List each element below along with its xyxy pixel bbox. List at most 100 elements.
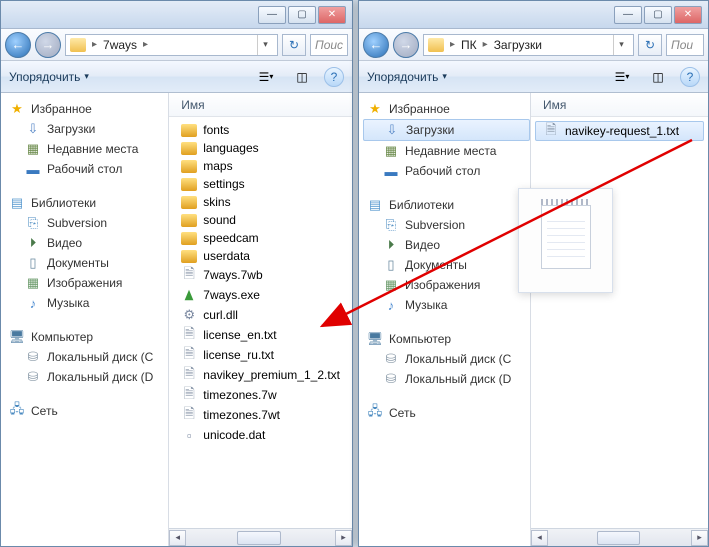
- forward-button[interactable]: →: [393, 32, 419, 58]
- maximize-button[interactable]: ▢: [644, 6, 672, 24]
- sidebar-favorites[interactable]: ★Избранное: [363, 99, 530, 119]
- breadcrumb-item[interactable]: ПК: [461, 38, 477, 52]
- sidebar-item-documents[interactable]: ▯Документы: [5, 253, 168, 273]
- breadcrumb-item[interactable]: Загрузки: [494, 38, 542, 52]
- sidebar-item-music[interactable]: ♪Музыка: [5, 293, 168, 313]
- column-header-name[interactable]: Имя: [531, 93, 708, 117]
- refresh-button[interactable]: ↻: [282, 34, 306, 56]
- sidebar-item-desktop[interactable]: ▬Рабочий стол: [5, 159, 168, 179]
- scroll-left-button[interactable]: ◂: [531, 530, 548, 546]
- file-row[interactable]: speedcam: [169, 229, 352, 247]
- back-button[interactable]: ←: [5, 32, 31, 58]
- file-row[interactable]: 🗎7ways.7wb: [169, 265, 352, 285]
- sidebar-item-drive-c[interactable]: ⛁Локальный диск (C: [5, 347, 168, 367]
- view-button[interactable]: ☰ ▾: [608, 66, 636, 88]
- file-row[interactable]: fonts: [169, 121, 352, 139]
- file-row[interactable]: maps: [169, 157, 352, 175]
- sidebar-item-images[interactable]: ▦Изображения: [5, 273, 168, 293]
- minimize-button[interactable]: —: [258, 6, 286, 24]
- sidebar-item-recent[interactable]: ▦Недавние места: [5, 139, 168, 159]
- file-row[interactable]: 🗎navikey_premium_1_2.txt: [169, 365, 352, 385]
- file-row[interactable]: 🗎navikey-request_1.txt: [535, 121, 704, 141]
- file-row[interactable]: ⚙curl.dll: [169, 305, 352, 325]
- file-row[interactable]: 🗎timezones.7wt: [169, 405, 352, 425]
- view-button[interactable]: ☰ ▾: [252, 66, 280, 88]
- sidebar-item-recent[interactable]: ▦Недавние места: [363, 141, 530, 161]
- recent-icon: ▦: [383, 143, 399, 159]
- sidebar: ★Избранное ⇩Загрузки ▦Недавние места ▬Ра…: [1, 93, 169, 546]
- search-input[interactable]: Поис: [310, 34, 348, 56]
- address-dropdown[interactable]: ▾: [613, 35, 629, 55]
- address-bar[interactable]: ▸ ПК ▸ Загрузки ▾: [423, 34, 634, 56]
- refresh-button[interactable]: ↻: [638, 34, 662, 56]
- sidebar-favorites[interactable]: ★Избранное: [5, 99, 168, 119]
- file-row[interactable]: 🗎license_en.txt: [169, 325, 352, 345]
- sidebar-item-drive-d[interactable]: ⛁Локальный диск (D: [363, 369, 530, 389]
- close-button[interactable]: ✕: [674, 6, 702, 24]
- preview-pane-button[interactable]: ◫: [288, 66, 316, 88]
- forward-button[interactable]: →: [35, 32, 61, 58]
- search-input[interactable]: Пои: [666, 34, 704, 56]
- sidebar-computer[interactable]: 🖥Компьютер: [363, 329, 530, 349]
- chevron-right-icon: ▸: [481, 39, 490, 50]
- sidebar-item-music[interactable]: ♪Музыка: [363, 295, 530, 315]
- scroll-right-button[interactable]: ▸: [691, 530, 708, 546]
- scroll-right-button[interactable]: ▸: [335, 530, 352, 546]
- desktop-icon: ▬: [383, 163, 399, 179]
- sidebar-libraries[interactable]: ▤Библиотеки: [363, 195, 530, 215]
- file-row[interactable]: 7ways.exe: [169, 285, 352, 305]
- folder-icon: [428, 38, 444, 52]
- sidebar-item-video[interactable]: ⏵Видео: [363, 235, 530, 255]
- sidebar-network[interactable]: 🖧Сеть: [363, 403, 530, 423]
- scroll-left-button[interactable]: ◂: [169, 530, 186, 546]
- dll-icon: ⚙: [181, 307, 197, 323]
- file-row[interactable]: skins: [169, 193, 352, 211]
- scroll-thumb[interactable]: [237, 531, 282, 545]
- close-button[interactable]: ✕: [318, 6, 346, 24]
- organize-button[interactable]: Упорядочить ▾: [367, 70, 447, 84]
- file-row[interactable]: ▫unicode.dat: [169, 425, 352, 445]
- maximize-button[interactable]: ▢: [288, 6, 316, 24]
- libraries-icon: ▤: [9, 195, 25, 211]
- titlebar: — ▢ ✕: [1, 1, 352, 29]
- horizontal-scrollbar[interactable]: ◂ ▸: [169, 528, 352, 546]
- file-row[interactable]: settings: [169, 175, 352, 193]
- address-dropdown[interactable]: ▾: [257, 35, 273, 55]
- file-name: timezones.7w: [203, 388, 276, 402]
- sidebar-item-downloads[interactable]: ⇩Загрузки: [363, 119, 530, 141]
- help-button[interactable]: ?: [680, 67, 700, 87]
- sidebar-item-drive-d[interactable]: ⛁Локальный диск (D: [5, 367, 168, 387]
- minimize-button[interactable]: —: [614, 6, 642, 24]
- sidebar-item-images[interactable]: ▦Изображения: [363, 275, 530, 295]
- file-row[interactable]: 🗎license_ru.txt: [169, 345, 352, 365]
- text-file-icon: 🗎: [181, 327, 197, 343]
- sidebar-item-video[interactable]: ⏵Видео: [5, 233, 168, 253]
- sidebar-computer[interactable]: 🖥Компьютер: [5, 327, 168, 347]
- sidebar-item-drive-c[interactable]: ⛁Локальный диск (C: [363, 349, 530, 369]
- sidebar-item-downloads[interactable]: ⇩Загрузки: [5, 119, 168, 139]
- sidebar-item-documents[interactable]: ▯Документы: [363, 255, 530, 275]
- breadcrumb-item[interactable]: 7ways: [103, 38, 137, 52]
- address-bar[interactable]: ▸ 7ways ▸ ▾: [65, 34, 278, 56]
- organize-button[interactable]: Упорядочить ▾: [9, 70, 89, 84]
- horizontal-scrollbar[interactable]: ◂ ▸: [531, 528, 708, 546]
- sidebar-libraries[interactable]: ▤Библиотеки: [5, 193, 168, 213]
- sidebar-network[interactable]: 🖧Сеть: [5, 401, 168, 421]
- preview-pane-button[interactable]: ◫: [644, 66, 672, 88]
- help-button[interactable]: ?: [324, 67, 344, 87]
- sidebar-item-subversion[interactable]: ⎘Subversion: [5, 213, 168, 233]
- folder-icon: [181, 124, 197, 137]
- file-name: skins: [203, 195, 230, 209]
- sidebar-item-desktop[interactable]: ▬Рабочий стол: [363, 161, 530, 181]
- scroll-thumb[interactable]: [597, 531, 640, 545]
- back-button[interactable]: ←: [363, 32, 389, 58]
- file-name: unicode.dat: [203, 428, 265, 442]
- column-header-name[interactable]: Имя: [169, 93, 352, 117]
- file-row[interactable]: languages: [169, 139, 352, 157]
- file-row[interactable]: 🗎timezones.7w: [169, 385, 352, 405]
- file-row[interactable]: sound: [169, 211, 352, 229]
- file-row[interactable]: userdata: [169, 247, 352, 265]
- sidebar-item-subversion[interactable]: ⎘Subversion: [363, 215, 530, 235]
- libraries-icon: ▤: [367, 197, 383, 213]
- file-name: 7ways.7wb: [203, 268, 262, 282]
